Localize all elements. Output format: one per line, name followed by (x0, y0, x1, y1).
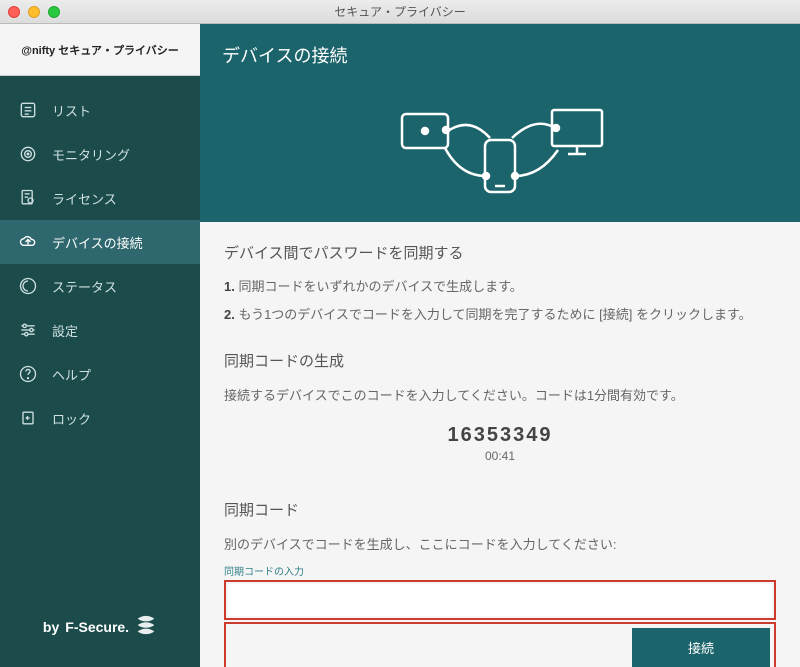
titlebar: セキュア・プライバシー (0, 0, 800, 24)
sync-heading: デバイス間でパスワードを同期する (224, 242, 776, 263)
generate-heading: 同期コードの生成 (224, 350, 776, 371)
connect-button[interactable]: 接続 (632, 628, 770, 667)
step-2-text: もう1つのデバイスでコードを入力して同期を完了するために [接続] をクリックし… (238, 307, 751, 322)
lock-icon (18, 408, 38, 428)
input-highlight-box (224, 580, 776, 620)
hero: デバイスの接続 (200, 24, 800, 222)
sidebar-nav: リスト モニタリング ライセンス デバイスの接続 (0, 76, 200, 596)
step-2: 2. もう1つのデバイスでコードを入力して同期を完了するために [接続] をクリ… (224, 305, 776, 325)
sidebar-item-label: ステータス (52, 277, 117, 296)
window-controls (8, 6, 60, 18)
generate-desc: 接続するデバイスでこのコードを入力してください。コードは1分間有効です。 (224, 385, 776, 404)
sidebar-item-label: ライセンス (52, 189, 117, 208)
footer-brand: F-Secure. (65, 619, 129, 635)
sidebar-item-connect-device[interactable]: デバイスの接続 (0, 220, 200, 264)
page-title: デバイスの接続 (222, 42, 778, 68)
sidebar-item-label: 設定 (52, 321, 78, 340)
step-1-num: 1. (224, 279, 235, 294)
main-content: デバイスの接続 (200, 24, 800, 667)
countdown-timer: 00:41 (224, 449, 776, 463)
sidebar-item-help[interactable]: ヘルプ (0, 352, 200, 396)
close-icon[interactable] (8, 6, 20, 18)
sidebar: @nifty セキュア・プライバシー リスト モニタリング ライセンス (0, 24, 200, 667)
sidebar-item-label: ヘルプ (52, 365, 91, 384)
step-1: 1. 同期コードをいずれかのデバイスで生成します。 (224, 277, 776, 297)
input-label: 同期コードの入力 (224, 563, 776, 578)
minimize-icon[interactable] (28, 6, 40, 18)
sync-code-value: 16353349 (224, 424, 776, 447)
sidebar-item-list[interactable]: リスト (0, 88, 200, 132)
status-icon (18, 276, 38, 296)
sidebar-item-label: モニタリング (52, 145, 130, 164)
sidebar-item-monitoring[interactable]: モニタリング (0, 132, 200, 176)
fsecure-logo-icon (135, 614, 157, 639)
devices-illustration-icon (222, 96, 778, 216)
sidebar-item-status[interactable]: ステータス (0, 264, 200, 308)
step-1-text: 同期コードをいずれかのデバイスで生成します。 (238, 279, 522, 294)
target-icon (18, 144, 38, 164)
brand-bar: @nifty セキュア・プライバシー (0, 24, 200, 76)
sidebar-footer: by F-Secure. (0, 596, 200, 667)
sidebar-item-label: ロック (52, 409, 91, 428)
content-body: デバイス間でパスワードを同期する 1. 同期コードをいずれかのデバイスで生成しま… (200, 222, 800, 667)
generate-block: 同期コードの生成 接続するデバイスでこのコードを入力してください。コードは1分間… (224, 350, 776, 473)
sidebar-item-label: リスト (52, 101, 91, 120)
sliders-icon (18, 320, 38, 340)
footer-prefix: by (43, 619, 59, 635)
sidebar-item-license[interactable]: ライセンス (0, 176, 200, 220)
sidebar-item-settings[interactable]: 設定 (0, 308, 200, 352)
window-title: セキュア・プライバシー (334, 3, 466, 20)
sync-code-input[interactable] (228, 584, 772, 616)
license-icon (18, 188, 38, 208)
button-highlight-box: 接続 (224, 622, 776, 667)
maximize-icon[interactable] (48, 6, 60, 18)
enter-desc: 別のデバイスでコードを生成し、ここにコードを入力してください: (224, 534, 776, 553)
enter-heading: 同期コード (224, 499, 776, 520)
step-2-num: 2. (224, 307, 235, 322)
cloud-sync-icon (18, 232, 38, 252)
help-icon (18, 364, 38, 384)
sidebar-item-lock[interactable]: ロック (0, 396, 200, 440)
code-display: 16353349 00:41 (224, 404, 776, 473)
list-icon (18, 100, 38, 120)
enter-block: 同期コード 別のデバイスでコードを生成し、ここにコードを入力してください: 同期… (224, 499, 776, 667)
sidebar-item-label: デバイスの接続 (52, 233, 143, 252)
